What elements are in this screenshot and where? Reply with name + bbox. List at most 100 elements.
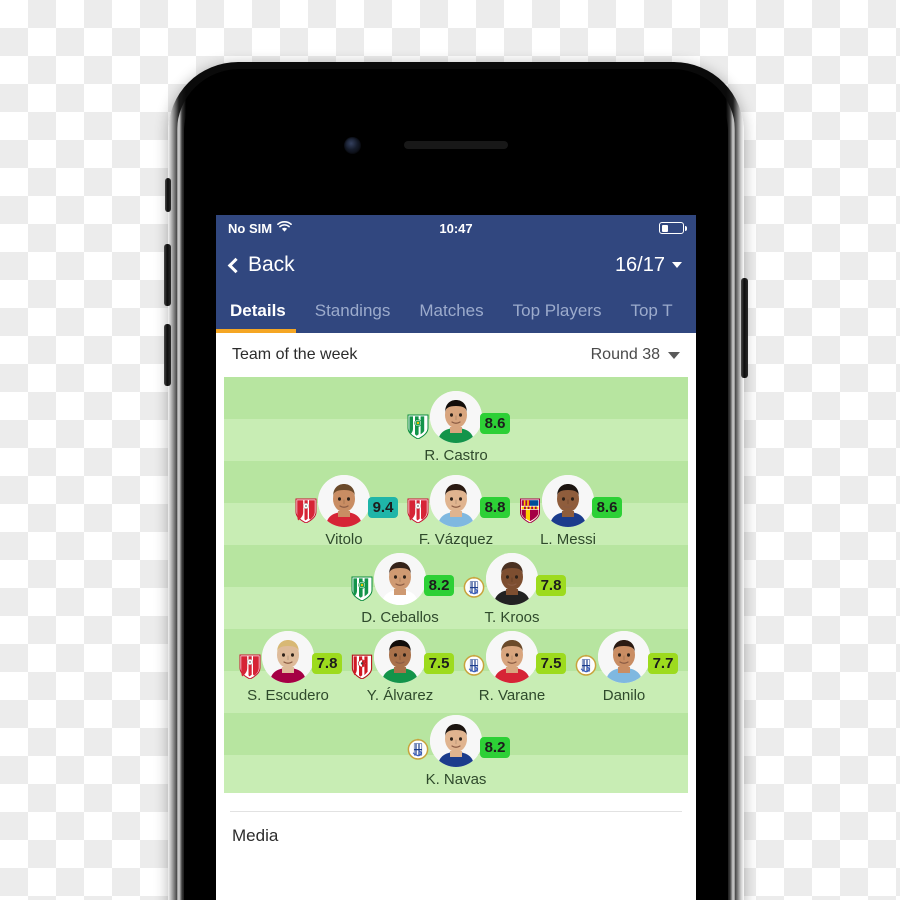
formation-row-central-midfield: 8.2 D. Ceballos 7.8 T. Kroos	[224, 553, 688, 626]
player-name: Y. Álvarez	[366, 687, 434, 704]
tab-label: Top T	[630, 301, 673, 320]
power-button[interactable]	[741, 278, 748, 378]
navigation-bar: Back 16/17	[216, 241, 696, 289]
player-rating-badge: 7.8	[536, 575, 566, 596]
player-rating-badge: 7.8	[312, 653, 342, 674]
front-camera-icon	[344, 137, 361, 154]
club-crest-icon	[350, 575, 374, 601]
player-card[interactable]: 7.7 Danilo	[568, 631, 680, 704]
player-name: F. Vázquez	[418, 531, 494, 548]
club-crest-icon	[406, 413, 430, 439]
player-avatar	[374, 631, 426, 683]
media-section-title: Media	[232, 826, 279, 845]
player-rating-badge: 8.2	[424, 575, 454, 596]
player-card[interactable]: 8.6 R. Castro	[400, 391, 512, 464]
player-visual: 9.4	[288, 475, 400, 529]
player-avatar	[486, 631, 538, 683]
tab-bar[interactable]: Details Standings Matches Top Players Top T	[216, 289, 696, 333]
player-avatar	[374, 553, 426, 605]
player-avatar	[486, 553, 538, 605]
volume-down-button[interactable]	[164, 324, 171, 386]
club-crest-icon	[406, 737, 430, 763]
player-card[interactable]: 9.4 Vitolo	[288, 475, 400, 548]
tab-label: Details	[230, 301, 286, 320]
battery-fill	[661, 224, 669, 232]
mute-switch-button[interactable]	[165, 178, 171, 212]
player-avatar	[430, 391, 482, 443]
tab-label: Matches	[419, 301, 484, 320]
player-visual: 7.5	[344, 631, 456, 685]
carrier-label: No SIM	[228, 220, 273, 236]
season-selector[interactable]: 16/17	[615, 254, 682, 277]
player-avatar	[542, 475, 594, 527]
player-name: Danilo	[602, 687, 646, 704]
club-crest-icon	[238, 653, 262, 679]
player-name: D. Ceballos	[361, 609, 439, 626]
player-card[interactable]: 7.8 T. Kroos	[456, 553, 568, 626]
tab-matches[interactable]: Matches	[419, 289, 498, 333]
player-card[interactable]: 8.2 D. Ceballos	[344, 553, 456, 626]
season-selector-label: 16/17	[614, 253, 665, 276]
club-crest-icon	[350, 653, 374, 679]
phone-body: No SIM 10:47 Back 16/17 Details Standing…	[184, 75, 728, 900]
player-name: K. Navas	[425, 771, 487, 788]
phone-screen: No SIM 10:47 Back 16/17 Details Standing…	[216, 215, 696, 900]
player-card[interactable]: 8.8 F. Vázquez	[400, 475, 512, 548]
volume-up-button[interactable]	[164, 244, 171, 306]
player-name: R. Varane	[478, 687, 546, 704]
player-avatar	[262, 631, 314, 683]
tab-top-t[interactable]: Top T	[630, 289, 687, 333]
formation-row-defense: 7.8 S. Escudero 7.5 Y. Álvarez 7.5 R. Va…	[224, 631, 688, 704]
player-card[interactable]: 7.5 R. Varane	[456, 631, 568, 704]
player-visual: 7.5	[456, 631, 568, 685]
tab-standings[interactable]: Standings	[315, 289, 406, 333]
player-rating-badge: 8.6	[592, 497, 622, 518]
battery-icon	[659, 222, 687, 234]
formation-pitch: 8.6 R. Castro 9.4 Vitolo 8.8 F. Vázquez …	[224, 377, 688, 793]
player-visual: 7.7	[568, 631, 680, 685]
player-rating-badge: 7.5	[424, 653, 454, 674]
back-button[interactable]: Back	[227, 253, 295, 277]
status-bar: No SIM 10:47	[216, 215, 696, 241]
player-card[interactable]: 7.8 S. Escudero	[232, 631, 344, 704]
round-selector-label: Round 38	[590, 346, 660, 363]
player-avatar	[430, 475, 482, 527]
formation-row-attacking-midfield: 9.4 Vitolo 8.8 F. Vázquez 8.6 L. Messi	[224, 475, 688, 548]
player-rating-badge: 8.2	[480, 737, 510, 758]
player-avatar	[318, 475, 370, 527]
club-crest-icon	[406, 497, 430, 523]
phone-device: No SIM 10:47 Back 16/17 Details Standing…	[164, 62, 748, 900]
section-title: Team of the week	[232, 346, 358, 363]
player-name: T. Kroos	[484, 609, 540, 626]
tab-details[interactable]: Details	[216, 289, 296, 333]
player-card[interactable]: 8.2 K. Navas	[400, 715, 512, 788]
round-selector[interactable]: Round 38	[591, 346, 680, 364]
status-bar-right	[659, 222, 687, 234]
club-crest-icon	[462, 575, 486, 601]
player-name: L. Messi	[540, 531, 596, 548]
player-card[interactable]: 7.5 Y. Álvarez	[344, 631, 456, 704]
formation-row-forward: 8.6 R. Castro	[224, 391, 688, 464]
player-rating-badge: 9.4	[368, 497, 398, 518]
player-rating-badge: 8.6	[480, 413, 510, 434]
club-crest-icon	[518, 497, 542, 523]
tab-label: Standings	[314, 301, 391, 320]
player-visual: 8.8	[400, 475, 512, 529]
chevron-left-icon	[227, 257, 244, 273]
player-visual: 8.6	[512, 475, 624, 529]
tab-label: Top Players	[512, 301, 602, 320]
player-rating-badge: 7.7	[648, 653, 678, 674]
wifi-icon	[277, 220, 292, 236]
player-visual: 8.2	[400, 715, 512, 769]
formation-row-goalkeeper: 8.2 K. Navas	[224, 715, 688, 788]
player-rating-badge: 7.5	[536, 653, 566, 674]
player-card[interactable]: 8.6 L. Messi	[512, 475, 624, 548]
player-name: R. Castro	[424, 447, 488, 464]
tab-top-players[interactable]: Top Players	[513, 289, 617, 333]
player-visual: 7.8	[456, 553, 568, 607]
player-rating-badge: 8.8	[480, 497, 510, 518]
player-visual: 8.2	[344, 553, 456, 607]
caret-down-icon	[668, 351, 680, 359]
player-visual: 7.8	[232, 631, 344, 685]
team-of-the-week-header: Team of the week Round 38	[216, 333, 696, 377]
